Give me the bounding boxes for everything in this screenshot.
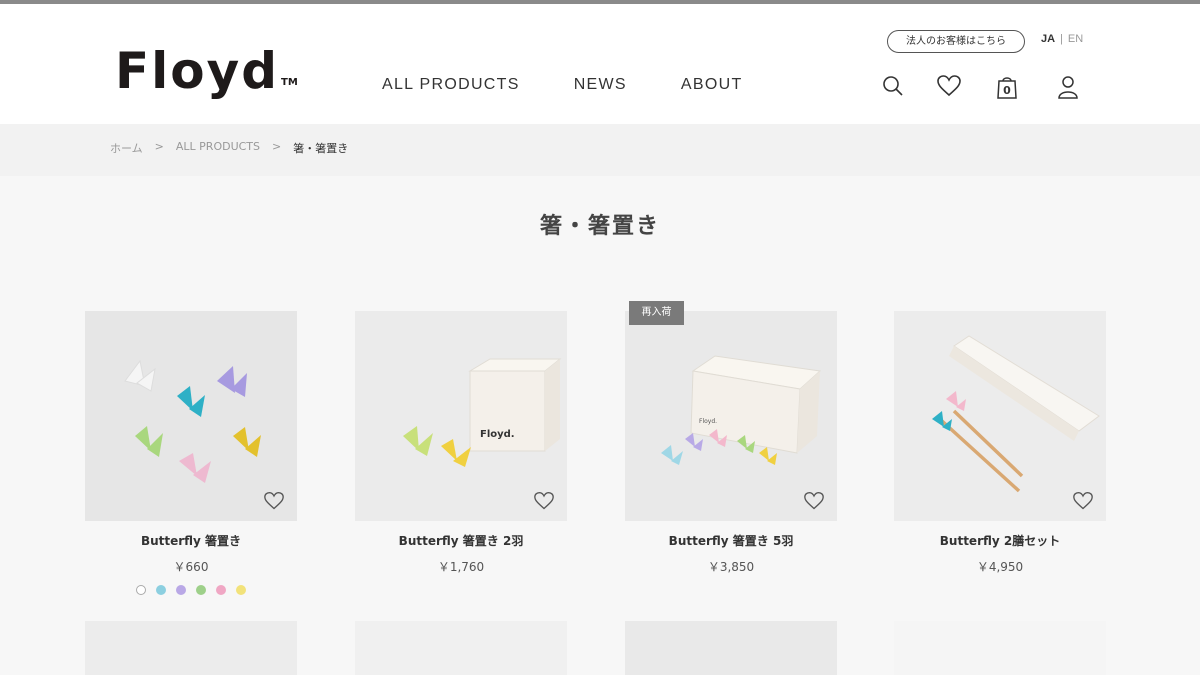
color-swatch[interactable]: [216, 585, 226, 595]
heart-icon[interactable]: [936, 74, 961, 98]
restock-badge: 再入荷: [629, 301, 684, 325]
product-image[interactable]: [85, 311, 297, 521]
main-nav: ALL PRODUCTS NEWS ABOUT: [382, 76, 797, 94]
product-price: ￥4,950: [976, 560, 1024, 574]
lang-separator: |: [1060, 33, 1063, 45]
corporate-customers-button[interactable]: 法人のお客様はこちら: [887, 30, 1025, 53]
favorite-heart-icon[interactable]: [263, 491, 285, 511]
nav-all-products[interactable]: ALL PRODUCTS: [382, 76, 520, 94]
product-price: ￥660: [173, 560, 209, 574]
color-swatch[interactable]: [236, 585, 246, 595]
color-swatches: [85, 585, 297, 595]
search-icon[interactable]: [881, 74, 905, 98]
page-title: 箸・箸置き: [539, 214, 660, 239]
product-card[interactable]: Butterfly 2膳セット ￥4,950: [894, 311, 1106, 575]
breadcrumb-current: 箸・箸置き: [293, 142, 349, 155]
svg-text:Floyd.: Floyd.: [699, 418, 717, 425]
breadcrumb: ホーム > ALL PRODUCTS > 箸・箸置き: [110, 140, 360, 156]
product-name[interactable]: Butterfly 2膳セット: [894, 532, 1106, 549]
color-swatch[interactable]: [136, 585, 146, 595]
product-price: ￥1,760: [437, 560, 485, 574]
cart-count: 0: [1003, 84, 1011, 97]
butterfly-rests-image: [124, 359, 261, 483]
product-name[interactable]: Butterfly 箸置き 2羽: [355, 532, 567, 549]
breadcrumb-all-products[interactable]: ALL PRODUCTS: [176, 140, 260, 156]
logo-trademark: TM: [281, 77, 298, 88]
nav-news[interactable]: NEWS: [574, 76, 627, 94]
cart-icon[interactable]: 0: [995, 74, 1019, 99]
favorite-heart-icon[interactable]: [533, 491, 555, 511]
product-card[interactable]: Floyd. Butterfly 箸置き 2羽 ￥1,760: [355, 311, 567, 575]
product-card[interactable]: [85, 621, 297, 675]
product-card[interactable]: [894, 621, 1106, 675]
product-image[interactable]: Floyd.: [625, 311, 837, 521]
logo-text: Floyd: [115, 42, 280, 100]
product-card[interactable]: Butterfly 箸置き ￥660: [85, 311, 297, 595]
butterfly-box-set-image: Floyd.: [661, 355, 822, 465]
product-price: ￥3,850: [707, 560, 755, 574]
logo[interactable]: Floyd TM: [115, 42, 298, 100]
color-swatch[interactable]: [156, 585, 166, 595]
product-name[interactable]: Butterfly 箸置き 5羽: [625, 532, 837, 549]
breadcrumb-home[interactable]: ホーム: [110, 140, 143, 156]
butterfly-box-image: Floyd.: [403, 358, 562, 467]
lang-ja[interactable]: JA: [1041, 33, 1055, 45]
nav-about[interactable]: ABOUT: [681, 76, 743, 94]
language-switcher: JA | EN: [1041, 33, 1083, 45]
product-card[interactable]: [355, 621, 567, 675]
product-image[interactable]: Floyd.: [355, 311, 567, 521]
product-card[interactable]: Floyd. Butterfly 箸置き 5羽 ￥3,850: [625, 311, 837, 575]
breadcrumb-separator: >: [272, 140, 282, 153]
svg-text:Floyd.: Floyd.: [480, 429, 515, 440]
color-swatch[interactable]: [176, 585, 186, 595]
color-swatch[interactable]: [196, 585, 206, 595]
product-image[interactable]: [894, 311, 1106, 521]
favorite-heart-icon[interactable]: [1072, 491, 1094, 511]
product-name[interactable]: Butterfly 箸置き: [85, 532, 297, 549]
favorite-heart-icon[interactable]: [803, 491, 825, 511]
site-header: Floyd TM ALL PRODUCTS NEWS ABOUT 法人のお客様はこ…: [0, 4, 1200, 124]
product-card[interactable]: [625, 621, 837, 675]
chopsticks-set-image: [932, 335, 1100, 493]
breadcrumb-separator: >: [154, 140, 164, 153]
account-icon[interactable]: [1056, 74, 1080, 99]
lang-en[interactable]: EN: [1068, 33, 1083, 45]
